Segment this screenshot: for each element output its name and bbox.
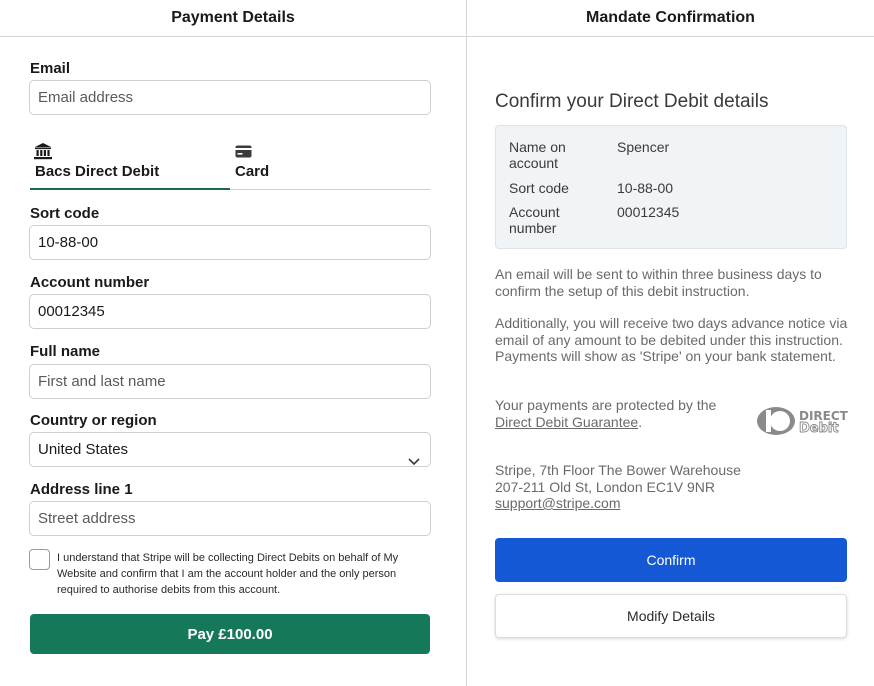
account-number-label: Account number (30, 274, 150, 291)
tab-card[interactable]: Card (235, 142, 430, 190)
email-notice-text: An email will be sent to within three bu… (495, 266, 822, 299)
stripe-address: Stripe, 7th Floor The Bower Warehouse 20… (495, 462, 850, 512)
logo-text-debit: Debit (799, 421, 839, 436)
payment-details-title: Payment Details (0, 0, 466, 37)
confirm-button[interactable]: Confirm (495, 538, 847, 582)
advance-notice-text: Additionally, you will receive two days … (495, 315, 848, 364)
tab-card-label: Card (235, 163, 270, 180)
modify-details-button[interactable]: Modify Details (495, 594, 847, 638)
consent-text: I understand that Stripe will be collect… (57, 552, 399, 596)
direct-debit-logo: DIRECT Debit (757, 405, 849, 437)
full-name-field[interactable]: First and last name (29, 364, 431, 399)
country-select[interactable]: United States (29, 432, 431, 467)
tab-bacs-label: Bacs Direct Debit (35, 163, 160, 180)
account-number-field[interactable]: 00012345 (29, 294, 431, 329)
mandate-details-box: Name on account Spencer Sort code 10-88-… (495, 125, 847, 249)
guarantee-prefix: Your payments are protected by the (495, 397, 717, 413)
address-line-2: 207-211 Old St, London EC1V 9NR (495, 478, 715, 495)
consent-checkbox[interactable] (29, 549, 50, 570)
country-label: Country or region (30, 412, 157, 429)
chevron-down-icon (408, 445, 420, 466)
detail-value: 00012345 (617, 204, 680, 220)
payment-method-tabs: Bacs Direct Debit Card (30, 142, 430, 190)
guarantee-suffix: . (638, 413, 643, 430)
address-label: Address line 1 (30, 481, 133, 498)
sort-code-field[interactable]: 10-88-00 (29, 225, 431, 260)
full-name-label: Full name (30, 343, 101, 360)
sort-code-label: Sort code (30, 205, 100, 222)
support-email-link[interactable]: support@stripe.com (495, 495, 850, 512)
mandate-confirmation-panel: Mandate Confirmation Confirm your Direct… (467, 0, 874, 686)
address-line-1: Stripe, 7th Floor The Bower Warehouse (495, 462, 741, 478)
detail-label: Name on account (509, 139, 566, 171)
card-icon (235, 145, 252, 163)
guarantee-text: Your payments are protected by the Direc… (495, 397, 735, 430)
mandate-heading: Confirm your Direct Debit details (495, 91, 769, 112)
payment-details-panel: Payment Details Email Email address Bacs… (0, 0, 466, 686)
direct-debit-guarantee-link[interactable]: Direct Debit Guarantee (495, 414, 638, 430)
address-line1-field[interactable]: Street address (29, 501, 431, 536)
bank-icon (34, 143, 52, 165)
country-select-value: United States (38, 441, 129, 458)
detail-value: Spencer (617, 139, 670, 155)
detail-label: Sort code (509, 180, 569, 196)
pay-button[interactable]: Pay £100.00 (30, 614, 430, 654)
email-field[interactable]: Email address (29, 80, 431, 115)
tab-bacs-direct-debit[interactable]: Bacs Direct Debit (30, 142, 230, 190)
mandate-confirmation-title: Mandate Confirmation (467, 0, 874, 37)
detail-label: Account number (509, 204, 560, 236)
email-label: Email (30, 60, 71, 77)
detail-value: 10-88-00 (617, 180, 674, 196)
